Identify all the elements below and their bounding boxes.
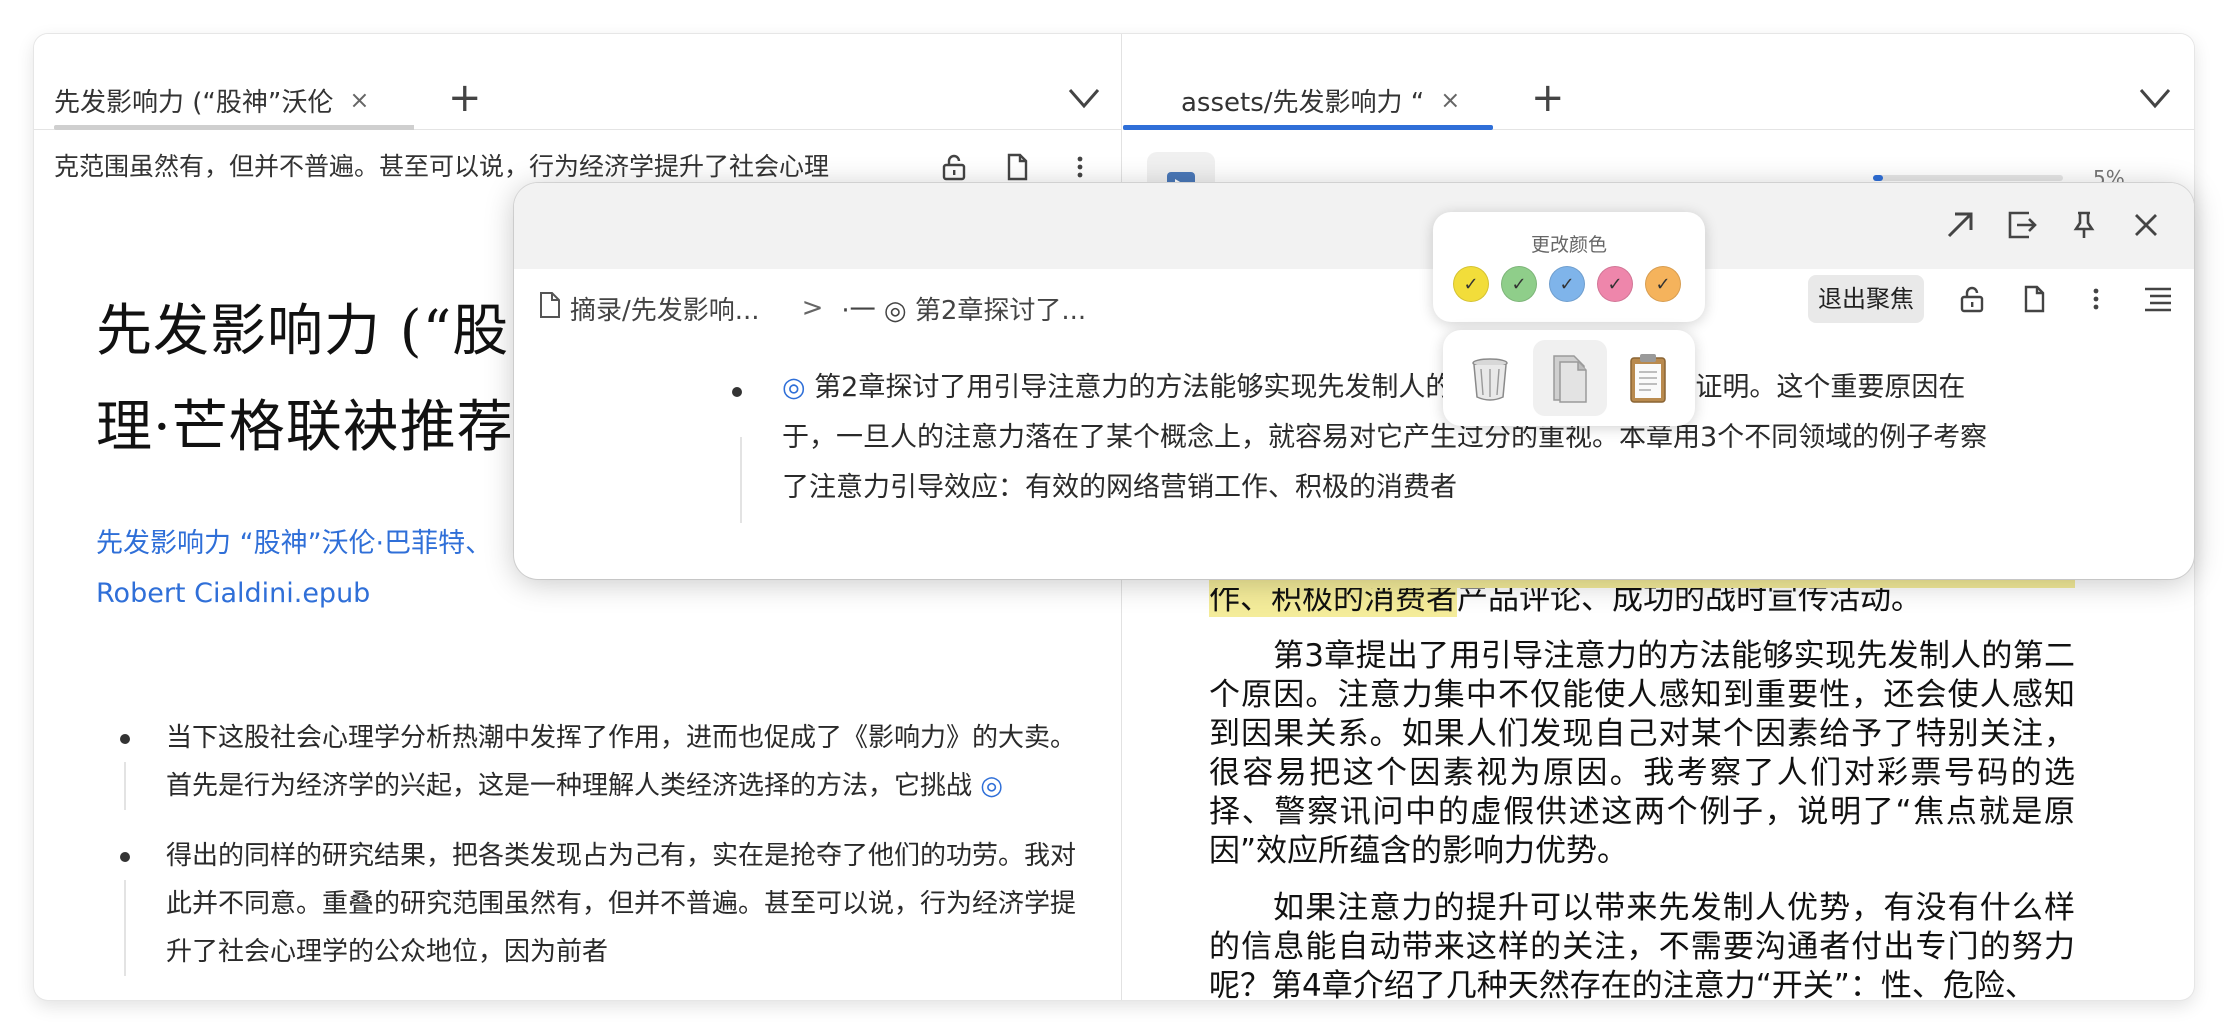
tab-underline — [54, 125, 414, 130]
bullet-dot[interactable] — [120, 852, 130, 862]
exit-focus-button[interactable]: 退出聚焦 — [1808, 275, 1924, 323]
reading-progress-bar[interactable] — [1873, 175, 2063, 181]
document-icon[interactable] — [2014, 279, 2054, 319]
tab-left-document[interactable]: 先发影响力 (“股神”沃伦 × — [54, 70, 414, 130]
tab-close-icon[interactable]: × — [349, 86, 369, 114]
block-preview-popup: 摘录/先发影响... > ·一 ◎ 第2章探讨了... 退出聚焦 ◎ 第2章探讨… — [514, 183, 2194, 579]
color-picker: 更改颜色 ✓ ✓ ✓ ✓ ✓ — [1433, 212, 1705, 322]
pin-icon[interactable] — [2064, 205, 2104, 245]
tab-title: assets/先发影响力 “ — [1181, 87, 1425, 118]
document-icon[interactable] — [997, 147, 1037, 187]
highlight-band — [1209, 578, 2075, 588]
breadcrumb-page[interactable]: 摘录/先发影响... — [570, 290, 760, 327]
left-tabbar: 先发影响力 (“股神”沃伦 × + — [34, 34, 1121, 130]
highlight-action-menu — [1443, 330, 1695, 426]
trash-icon[interactable] — [1453, 340, 1527, 416]
block-ref-icon[interactable]: ◎ — [782, 372, 806, 403]
lock-icon[interactable] — [934, 147, 974, 187]
lock-icon[interactable] — [1952, 279, 1992, 319]
tab-title: 先发影响力 (“股神”沃伦 — [54, 87, 334, 118]
breadcrumb: 摘录/先发影响... > ·一 ◎ 第2章探讨了... — [538, 283, 1086, 333]
bullet-rail — [124, 762, 126, 810]
reader-paragraph: 如果注意力的提升可以带来先发制人优势，有没有什么样的信息能自动带来这样的关注，不… — [1209, 890, 2075, 1000]
copy-document-icon[interactable] — [1533, 340, 1607, 416]
tab-right-epub[interactable]: assets/先发影响力 “ × — [1123, 70, 1493, 130]
bullet-dot[interactable] — [120, 734, 130, 744]
page-icon — [538, 291, 562, 326]
clipboard-icon[interactable] — [1611, 340, 1685, 416]
epub-reader-content[interactable]: 作、积极的消费者产品评论、成功的战时宣传活动。 第3章提出了用引导注意力的方法能… — [1209, 580, 2075, 1000]
outline-block[interactable]: 当下这股社会心理学分析热潮中发挥了作用，进而也促成了《影响力》的大卖。首先是行为… — [96, 714, 1076, 810]
color-picker-label: 更改颜色 — [1530, 234, 1607, 256]
open-in-sidebar-icon[interactable] — [2002, 205, 2042, 245]
block-ref-icon[interactable]: ◎ — [980, 771, 1003, 801]
add-tab-button[interactable]: + — [1531, 78, 1565, 118]
block-text: 当下这股社会心理学分析热潮中发挥了作用，进而也促成了《影响力》的大卖。首先是行为… — [166, 723, 1077, 801]
color-swatch-green[interactable]: ✓ — [1501, 266, 1537, 302]
reader-paragraph: 第3章提出了用引导注意力的方法能够实现先发制人的第二个原因。注意力集中不仅能使人… — [1209, 638, 2075, 869]
open-in-new-icon[interactable] — [1940, 205, 1980, 245]
block-content[interactable]: ◎ 第2章探讨了用引导注意力的方法能够实现先发制人的第一个原因，并加以证明。这个… — [782, 363, 1992, 513]
tab-close-icon[interactable]: × — [1440, 86, 1460, 114]
outline-list: 当下这股社会心理学分析热潮中发挥了作用，进而也促成了《影响力》的大卖。首先是行为… — [96, 714, 1076, 998]
color-swatch-yellow[interactable]: ✓ — [1453, 266, 1489, 302]
chevron-down-icon[interactable] — [1066, 80, 1102, 116]
tab-underline-active — [1123, 125, 1493, 130]
color-swatches: ✓ ✓ ✓ ✓ ✓ — [1453, 266, 1681, 302]
add-tab-button[interactable]: + — [448, 78, 482, 118]
color-swatch-orange[interactable]: ✓ — [1645, 266, 1681, 302]
block-text: 第2章探讨了用引导注意力的方法能够实现先发制人的第一个原因，并加以证明。这个重要… — [782, 372, 1988, 503]
outline-block[interactable]: 得出的同样的研究结果，把各类发现占为己有，实在是抢夺了他们的功劳。我对此并不同意… — [96, 832, 1076, 976]
breadcrumb-block[interactable]: ·一 ◎ 第2章探讨了... — [841, 290, 1086, 327]
right-tabbar: assets/先发影响力 “ × + — [1123, 34, 2194, 130]
reading-progress-fill — [1873, 175, 1883, 181]
chevron-down-icon[interactable] — [2137, 80, 2173, 116]
color-swatch-blue[interactable]: ✓ — [1549, 266, 1585, 302]
close-icon[interactable] — [2126, 205, 2166, 245]
more-vertical-icon[interactable] — [2076, 279, 2116, 319]
bullet-rail — [124, 880, 126, 976]
bullet-rail — [740, 437, 742, 523]
context-line: 克范围虽然有，但并不普遍。甚至可以说，行为经济学提升了社会心理 — [54, 152, 830, 181]
outline-menu-icon[interactable] — [2138, 279, 2178, 319]
more-vertical-icon[interactable] — [1060, 147, 1100, 187]
bullet-dot[interactable] — [732, 387, 742, 397]
breadcrumb-separator: > — [801, 293, 824, 323]
block-text: 得出的同样的研究结果，把各类发现占为己有，实在是抢夺了他们的功劳。我对此并不同意… — [166, 841, 1077, 967]
color-swatch-pink[interactable]: ✓ — [1597, 266, 1633, 302]
